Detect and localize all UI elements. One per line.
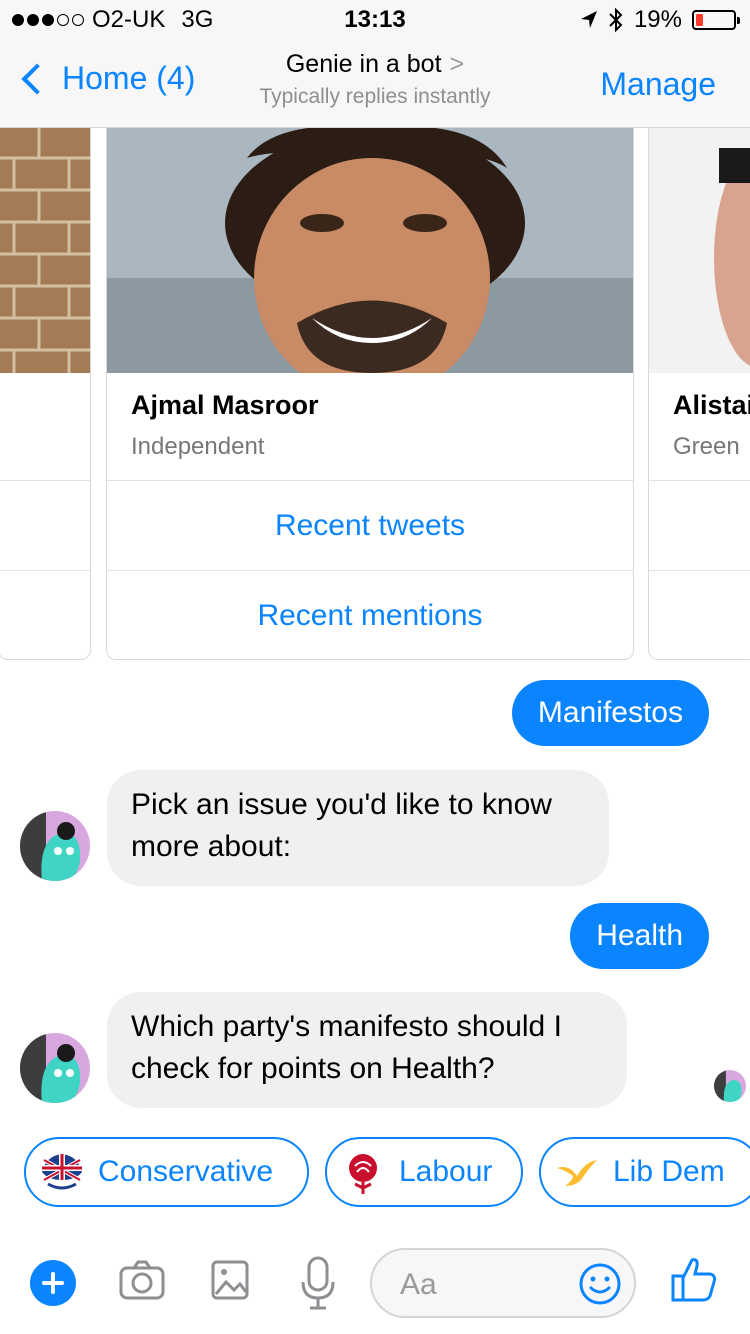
candidate-party-right: Green — [673, 433, 740, 460]
quick-reply-labour[interactable]: Labour — [325, 1137, 523, 1207]
plus-icon[interactable] — [30, 1260, 76, 1306]
emoji-icon[interactable] — [578, 1262, 622, 1306]
recent-tweets-button[interactable]: Recent tweets — [107, 480, 633, 569]
quick-reply-conservative[interactable]: Conservative — [24, 1137, 309, 1207]
candidate-name: Ajmal Masroor — [131, 390, 319, 420]
message-outgoing-health[interactable]: Health — [570, 903, 709, 969]
navigation-bar: Home (4) Genie in a bot > Typically repli… — [0, 40, 750, 128]
card-left-button-2[interactable] — [0, 570, 90, 659]
thumbs-up-icon[interactable] — [670, 1254, 718, 1304]
card-right-button-1[interactable] — [649, 480, 750, 569]
portrait-photo — [107, 128, 633, 373]
back-button[interactable]: Home (4) — [14, 60, 195, 97]
yellow-bird-icon — [551, 1146, 603, 1198]
quick-reply-label: Labour — [399, 1155, 493, 1188]
read-receipt-avatar — [714, 1070, 746, 1102]
battery-percent: 19% — [633, 6, 682, 33]
status-icons: 19% — [580, 6, 740, 34]
message-incoming-which-party[interactable]: Which party's manifesto should I check f… — [107, 992, 627, 1108]
red-rose-icon — [337, 1146, 389, 1198]
message-input[interactable]: Aa — [370, 1248, 636, 1318]
message-composer: Aa — [0, 1234, 750, 1334]
genie-avatar-icon — [714, 1070, 746, 1102]
message-incoming-pick-issue[interactable]: Pick an issue you'd like to know more ab… — [107, 770, 609, 886]
message-outgoing-manifestos[interactable]: Manifestos — [511, 680, 709, 746]
input-placeholder: Aa — [400, 1268, 437, 1301]
camera-icon[interactable] — [118, 1256, 166, 1304]
location-arrow-icon — [580, 11, 597, 28]
portrait-photo-right — [649, 128, 750, 373]
back-label: Home (4) — [62, 60, 196, 96]
bot-avatar[interactable] — [20, 811, 90, 881]
conversation-title[interactable]: Genie in a bot > Typically replies instan… — [200, 50, 550, 109]
candidate-name-right: Alistai — [673, 390, 750, 420]
chevron-right-icon: > — [449, 50, 465, 78]
battery-icon — [692, 10, 740, 30]
carousel-card-right[interactable]: Alistai Green — [648, 128, 750, 660]
microphone-icon[interactable] — [298, 1256, 338, 1310]
bot-name: Genie in a bot — [285, 50, 442, 78]
quick-reply-label: Lib Dem — [613, 1155, 725, 1188]
carousel-card-left[interactable] — [0, 128, 91, 660]
card-right-button-2[interactable] — [649, 570, 750, 659]
carousel-card-ajmal-masroor[interactable]: Ajmal Masroor Independent Recent tweets … — [106, 128, 634, 660]
brick-wall-photo — [0, 128, 90, 373]
bluetooth-icon — [609, 7, 623, 33]
genie-avatar-icon — [20, 1033, 90, 1103]
recent-mentions-button[interactable]: Recent mentions — [107, 570, 633, 659]
union-jack-tree-icon — [36, 1146, 88, 1198]
quick-reply-label: Conservative — [98, 1155, 274, 1188]
status-bar: O2-UK 3G 13:13 19% — [0, 0, 750, 40]
bot-avatar-2[interactable] — [20, 1033, 90, 1103]
quick-reply-lib-dem[interactable]: Lib Dem — [539, 1137, 750, 1207]
manage-button[interactable]: Manage — [600, 66, 716, 103]
card-left-button-1[interactable] — [0, 480, 90, 569]
candidate-party: Independent — [131, 433, 265, 460]
chevron-left-icon — [21, 62, 53, 95]
image-icon[interactable] — [210, 1256, 250, 1304]
genie-avatar-icon — [20, 811, 90, 881]
reply-time-subtitle: Typically replies instantly — [259, 85, 491, 108]
